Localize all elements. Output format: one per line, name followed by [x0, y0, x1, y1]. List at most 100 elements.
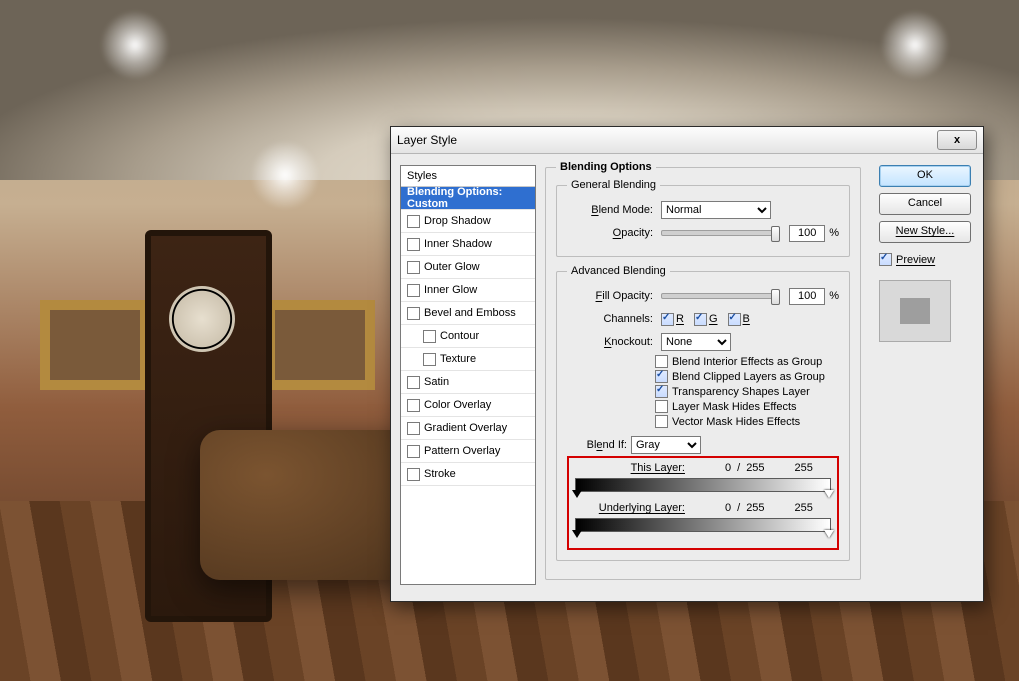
- checkbox-icon: [407, 284, 420, 297]
- style-item-color-overlay[interactable]: Color Overlay: [401, 394, 535, 417]
- checkbox-icon: [728, 313, 741, 326]
- checkbox-icon: [879, 253, 892, 266]
- styles-list: Styles Blending Options: Custom Drop Shad…: [400, 165, 536, 585]
- channel-r[interactable]: R: [661, 313, 684, 326]
- this-layer-low: 0: [725, 462, 731, 474]
- fill-opacity-unit: %: [829, 290, 839, 302]
- style-item-label: Gradient Overlay: [424, 422, 507, 434]
- styles-list-header[interactable]: Styles: [401, 166, 535, 187]
- checkbox-icon: [407, 215, 420, 228]
- this-layer-label: This Layer:: [575, 462, 695, 474]
- style-item-satin[interactable]: Satin: [401, 371, 535, 394]
- dialog-content: Styles Blending Options: Custom Drop Shad…: [391, 153, 983, 601]
- checkbox-icon: [655, 385, 668, 398]
- fill-opacity-value[interactable]: 100: [789, 288, 825, 305]
- underlying-layer-gradient[interactable]: [575, 518, 831, 532]
- style-item-contour[interactable]: Contour: [401, 325, 535, 348]
- checkbox-icon: [407, 468, 420, 481]
- preview-label: Preview: [896, 254, 935, 266]
- slider-white-icon[interactable]: [824, 530, 834, 538]
- fill-opacity-label: Fill Opacity:: [567, 290, 657, 302]
- opt-layer-mask[interactable]: Layer Mask Hides Effects: [655, 400, 839, 413]
- style-item-label: Pattern Overlay: [424, 445, 500, 457]
- slider-white-icon[interactable]: [824, 490, 834, 498]
- style-item-bevel-and-emboss[interactable]: Bevel and Emboss: [401, 302, 535, 325]
- cancel-button[interactable]: Cancel: [879, 193, 971, 215]
- blend-mode-select[interactable]: Normal: [661, 201, 771, 219]
- style-item-gradient-overlay[interactable]: Gradient Overlay: [401, 417, 535, 440]
- underlying-high-split: 255: [746, 502, 764, 514]
- style-item-label: Contour: [440, 330, 479, 342]
- picture-frame: [265, 300, 375, 390]
- style-item-label: Satin: [424, 376, 449, 388]
- blending-options-title: Blending Options: [556, 161, 656, 173]
- checkbox-icon: [407, 261, 420, 274]
- general-blending-group: General Blending Blend Mode: Normal Opac…: [556, 179, 850, 257]
- window-close-button[interactable]: x: [937, 130, 977, 150]
- slider-black-icon[interactable]: [572, 490, 582, 498]
- opacity-value[interactable]: 100: [789, 225, 825, 242]
- checkbox-icon: [407, 445, 420, 458]
- layer-style-dialog: Layer Style x Styles Blending Options: C…: [390, 126, 984, 602]
- channel-g[interactable]: G: [694, 313, 718, 326]
- blending-options-panel: Blending Options General Blending Blend …: [545, 161, 861, 588]
- style-item-stroke[interactable]: Stroke: [401, 463, 535, 486]
- style-item-label: Drop Shadow: [424, 215, 491, 227]
- close-icon: x: [954, 134, 960, 146]
- style-item-outer-glow[interactable]: Outer Glow: [401, 256, 535, 279]
- channel-b[interactable]: B: [728, 313, 750, 326]
- opacity-slider[interactable]: [661, 230, 779, 236]
- checkbox-icon: [407, 422, 420, 435]
- style-item-label: Inner Shadow: [424, 238, 492, 250]
- style-item-label: Blending Options: Custom: [407, 186, 529, 210]
- style-item-pattern-overlay[interactable]: Pattern Overlay: [401, 440, 535, 463]
- style-item-blending-options-custom[interactable]: Blending Options: Custom: [401, 187, 535, 210]
- style-item-texture[interactable]: Texture: [401, 348, 535, 371]
- titlebar[interactable]: Layer Style x: [391, 127, 983, 154]
- style-item-inner-glow[interactable]: Inner Glow: [401, 279, 535, 302]
- this-layer-gradient[interactable]: [575, 478, 831, 492]
- opacity-label: Opacity:: [567, 227, 657, 239]
- this-layer-high-split: 255: [746, 462, 764, 474]
- style-item-label: Inner Glow: [424, 284, 477, 296]
- advanced-blending-group: Advanced Blending Fill Opacity: 100 % Ch…: [556, 265, 850, 561]
- sofa: [200, 430, 420, 580]
- dialog-buttons: OK Cancel New Style... Preview: [879, 165, 971, 342]
- opt-clipped[interactable]: Blend Clipped Layers as Group: [655, 370, 839, 383]
- knockout-select[interactable]: None: [661, 333, 731, 351]
- opt-transparency[interactable]: Transparency Shapes Layer: [655, 385, 839, 398]
- checkbox-icon: [655, 400, 668, 413]
- checkbox-icon: [423, 330, 436, 343]
- new-style-button[interactable]: New Style...: [879, 221, 971, 243]
- picture-frame: [40, 300, 150, 390]
- ok-button[interactable]: OK: [879, 165, 971, 187]
- preview-toggle[interactable]: Preview: [879, 253, 971, 266]
- slider-black-icon[interactable]: [572, 530, 582, 538]
- ceiling-light: [880, 10, 950, 80]
- ceiling-light: [100, 10, 170, 80]
- checkbox-icon: [407, 399, 420, 412]
- underlying-layer-label: Underlying Layer:: [575, 502, 695, 514]
- opt-clipped-label: Blend Clipped Layers as Group: [672, 371, 825, 383]
- opt-interior-label: Blend Interior Effects as Group: [672, 356, 822, 368]
- underlying-low: 0: [725, 502, 731, 514]
- underlying-high: 255: [795, 502, 813, 514]
- checkbox-icon: [655, 355, 668, 368]
- blend-if-highlight: This Layer: 0 / 255 255 Underlying Layer…: [567, 456, 839, 550]
- style-item-label: Stroke: [424, 468, 456, 480]
- style-item-label: Outer Glow: [424, 261, 480, 273]
- checkbox-icon: [655, 370, 668, 383]
- style-item-inner-shadow[interactable]: Inner Shadow: [401, 233, 535, 256]
- opt-vector-mask[interactable]: Vector Mask Hides Effects: [655, 415, 839, 428]
- this-layer-high: 255: [795, 462, 813, 474]
- blend-if-select[interactable]: Gray: [631, 436, 701, 454]
- sep: /: [737, 462, 740, 474]
- fill-opacity-slider[interactable]: [661, 293, 779, 299]
- opt-vector-mask-label: Vector Mask Hides Effects: [672, 416, 800, 428]
- style-item-drop-shadow[interactable]: Drop Shadow: [401, 210, 535, 233]
- new-style-label: New Style...: [896, 225, 955, 237]
- checkbox-icon: [407, 307, 420, 320]
- opt-interior[interactable]: Blend Interior Effects as Group: [655, 355, 839, 368]
- sep: /: [737, 502, 740, 514]
- checkbox-icon: [661, 313, 674, 326]
